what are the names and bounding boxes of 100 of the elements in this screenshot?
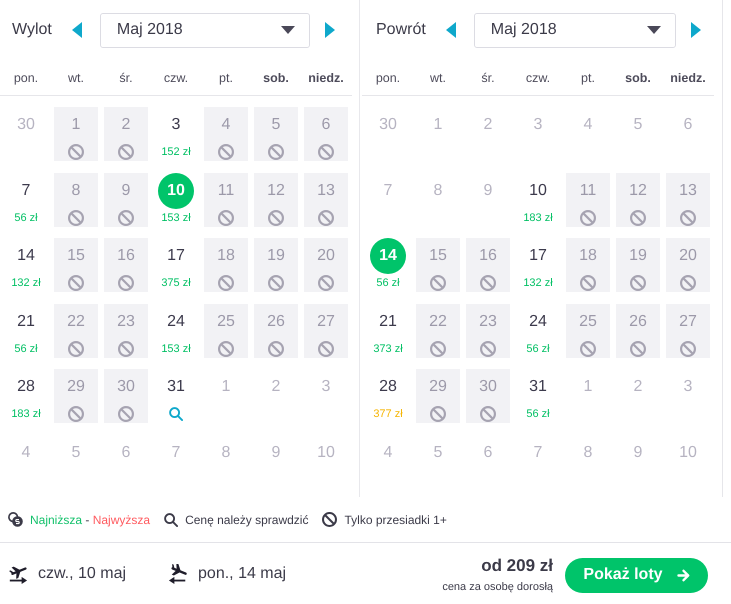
day-number: 9 [484,182,492,200]
day-number: 22 [67,312,85,330]
ban-icon [68,275,84,291]
ban-icon [430,340,446,356]
ban-icon [68,340,84,356]
day-number: 30 [479,378,497,396]
ban-icon [430,406,446,422]
day-number[interactable]: 14 [17,247,35,265]
legend-text: Cenę należy sprawdzić [185,512,308,526]
day-number: 7 [172,444,180,462]
search-icon [164,512,178,526]
day-number: 2 [634,378,642,396]
ban-icon [268,144,284,160]
price-note: cena za osobę dorosłą [442,581,553,593]
ban-icon [268,210,284,226]
price-label: 56 zł [14,342,38,354]
coins-icon [8,512,23,527]
day-number: 7 [384,182,392,200]
day-number: 9 [634,444,642,462]
day-number: 16 [479,247,497,265]
search-icon [169,407,183,421]
day-number[interactable]: 17 [529,247,547,265]
day-number[interactable]: 17 [167,247,185,265]
total-price: od 209 zł [481,556,553,576]
day-number: 1 [72,116,80,134]
day-number: 16 [117,247,135,265]
day-number: 7 [534,444,542,462]
ban-icon [68,406,84,422]
day-number: 19 [629,247,647,265]
calendar-label: Wylot [12,21,52,39]
day-number[interactable]: 28 [379,378,397,396]
day-number: 30 [17,116,35,134]
ban-icon [68,144,84,160]
day-number: 9 [122,182,130,200]
day-number[interactable]: 31 [167,378,185,396]
weekday-label: wt. [430,70,446,84]
price-label: 56 zł [14,212,38,224]
price-label: 153 zł [161,212,191,224]
day-number[interactable]: 21 [379,312,397,330]
day-number[interactable]: 24 [529,312,547,330]
day-number[interactable]: 3 [172,116,180,134]
ban-icon [318,210,334,226]
ban-icon [318,144,334,160]
triangle-left-icon [446,22,456,38]
day-number: 4 [384,444,392,462]
day-number[interactable]: 10 [529,182,547,200]
day-number: 22 [429,312,447,330]
weekday-label: niedz. [308,70,344,84]
day-number: 26 [267,312,285,330]
caret-icon [647,26,661,34]
day-number: 26 [629,312,647,330]
day-number[interactable]: 21 [17,312,35,330]
day-number: 1 [434,116,442,134]
ban-icon [322,512,338,527]
day-number: 2 [484,116,492,134]
weekday-label: śr. [481,70,495,84]
plane-takeoff-icon [8,564,28,584]
ban-icon [118,275,134,291]
day-number: 8 [584,444,592,462]
flight-date: pon., 14 maj [198,564,286,582]
day-number: 13 [679,182,697,200]
month-dropdown[interactable]: Maj 2018 [100,12,310,48]
day-number: 23 [117,312,135,330]
day-number: 29 [67,378,85,396]
day-number: 5 [272,116,280,134]
price-label: 153 zł [161,342,191,354]
weekday-label: sob. [625,70,651,84]
ban-icon [630,210,646,226]
day-number: 5 [72,444,80,462]
day-number: 12 [629,182,647,200]
ban-icon [268,340,284,356]
day-number: 4 [22,444,30,462]
ban-icon [318,275,334,291]
day-number: 20 [317,247,335,265]
day-number[interactable]: 7 [22,182,30,200]
price-range-legend: Najniższa - Najwyższa [30,512,150,526]
ban-icon [268,275,284,291]
ban-icon [118,210,134,226]
day-number[interactable]: 31 [529,378,547,396]
day-number: 9 [272,444,280,462]
ban-icon [218,340,234,356]
day-number: 25 [579,312,597,330]
day-number: 8 [222,444,230,462]
day-number: 10 [679,444,697,462]
ban-icon [580,340,596,356]
day-number: 11 [580,182,596,200]
ban-icon [580,210,596,226]
day-number[interactable]: 24 [167,312,185,330]
day-number[interactable]: 28 [17,378,35,396]
weekday-label: pon. [14,70,38,84]
price-label: 375 zł [161,277,191,289]
day-number: 6 [122,444,130,462]
day-number: 29 [429,378,447,396]
day-number: 4 [222,116,230,134]
day-number: 27 [317,312,335,330]
price-label: 183 zł [523,212,553,224]
weekday-label: czw. [164,70,188,84]
month-dropdown[interactable]: Maj 2018 [474,12,676,48]
ban-icon [218,275,234,291]
day-number: 1 [222,378,230,396]
